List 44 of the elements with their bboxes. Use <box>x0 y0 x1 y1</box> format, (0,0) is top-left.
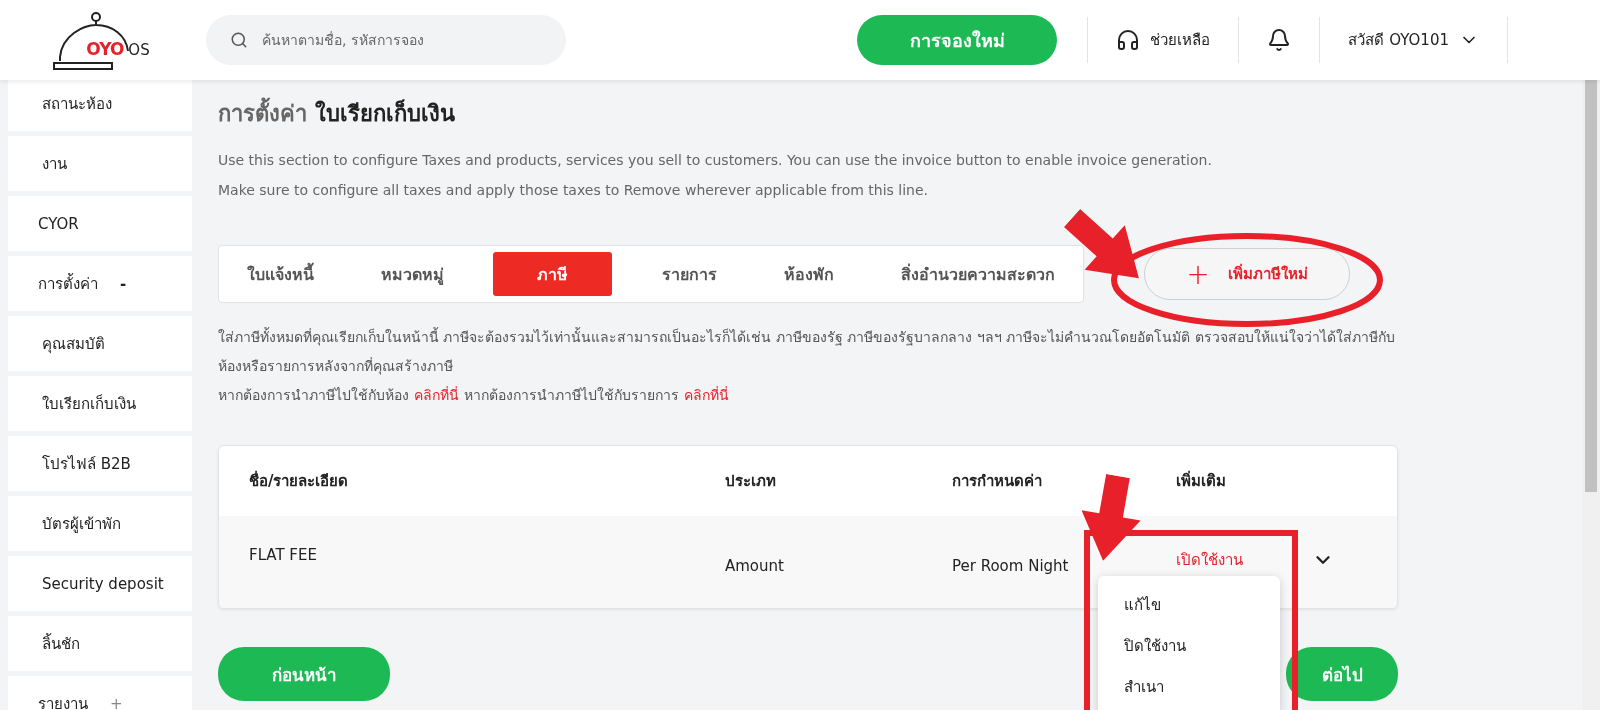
menu-item[interactable]: สำเนา <box>1098 666 1280 707</box>
tab[interactable]: หมวดหมู่ <box>363 252 463 296</box>
product-name: OS <box>128 41 150 59</box>
add-tax-button[interactable]: + เพิ่มภาษีใหม่ <box>1144 248 1350 300</box>
notification-bell-icon[interactable] <box>1267 28 1292 52</box>
help-link[interactable]: ช่วยเหลือ <box>1150 28 1211 52</box>
table-cell-text: Amount <box>725 557 785 575</box>
click-here-link[interactable]: คลิกที่นี่ <box>414 381 459 409</box>
brand-logo: OYO <box>86 39 124 59</box>
menu-item[interactable]: แก้ไข <box>1098 584 1280 625</box>
sidebar-item[interactable]: CYOR <box>38 214 79 233</box>
sidebar-item[interactable]: การตั้งค่า <box>38 271 98 296</box>
expand-toggle[interactable]: + <box>110 694 123 710</box>
menu-item[interactable]: ปิดใช้งาน <box>1098 625 1280 666</box>
click-here-link[interactable]: คลิกที่นี่ <box>684 381 729 409</box>
user-menu[interactable]: สวัสดี OYO101 <box>1348 28 1449 52</box>
column-header: ประเภท <box>725 471 777 492</box>
sidebar-item[interactable]: ลิ้นชัก <box>42 631 80 656</box>
sidebar-item[interactable]: งาน <box>42 151 67 176</box>
table-cell-text: Per Room Night <box>952 557 1070 575</box>
note-text: หากต้องการนำภาษีไปใช้กับห้อง <box>218 386 409 405</box>
page-description: Use this section to configure Taxes and products, services you sell to customers. You can use the invoice button to enable invoice generation. Make sure to configure all taxes and apply those taxes to Remove wherever applicable from this line. <box>218 151 1213 200</box>
headset-icon[interactable] <box>1116 28 1141 52</box>
tab[interactable]: ภาษี <box>493 252 613 296</box>
expand-toggle[interactable]: - <box>120 274 127 293</box>
tab[interactable]: รายการ <box>643 252 735 296</box>
column-header: ชื่อ/รายละเอียด <box>249 469 350 492</box>
tab[interactable]: ใบแจ้งหนี้ <box>229 252 332 296</box>
search-icon <box>230 31 248 49</box>
page-title: การตั้งค่า ใบเรียกเก็บเงิน <box>218 96 1582 131</box>
table-cell-text: FLAT FEE <box>249 546 318 564</box>
scrollbar[interactable] <box>1582 80 1600 710</box>
search-field[interactable]: ค้นหาตามชื่อ, รหัสการจอง <box>206 15 566 65</box>
sidebar-item[interactable]: คุณสมบัติ <box>42 331 105 356</box>
tax-note: ใส่ภาษีทั้งหมดที่คุณเรียกเก็บในหน้านี้ ภาษีจะต้องรวมไว้เท่านั้นและสามารถเป็นอะไรก็ได้เช่น ภาษีของรัฐ ภาษีของรัฐบาลกลาง ฯลฯ ภาษีจะไม่คำนวณโดยอัตโนมัติ ตรวจสอบให้แน่ใจว่าได้ใส่ภาษีกับห้องหรือรายการหลังจากที่คุณสร้างภาษี <box>218 326 1396 377</box>
note-text: หากต้องการนำภาษีไปใช้กับรายการ <box>464 386 679 405</box>
sidebar-item[interactable]: สถานะห้อง <box>42 91 112 116</box>
sidebar-item[interactable]: บัตรผู้เข้าพัก <box>42 511 121 536</box>
sidebar-item[interactable]: รายงาน <box>38 691 88 710</box>
tab[interactable]: ห้องพัก <box>765 252 852 296</box>
status-text: เปิดใช้งาน <box>1176 550 1243 571</box>
column-header: การกำหนดค่า <box>952 471 1043 492</box>
column-header: เพิ่มเติม <box>1176 469 1227 492</box>
tab[interactable]: สิ่งอำนวยความสะดวก <box>882 252 1073 296</box>
